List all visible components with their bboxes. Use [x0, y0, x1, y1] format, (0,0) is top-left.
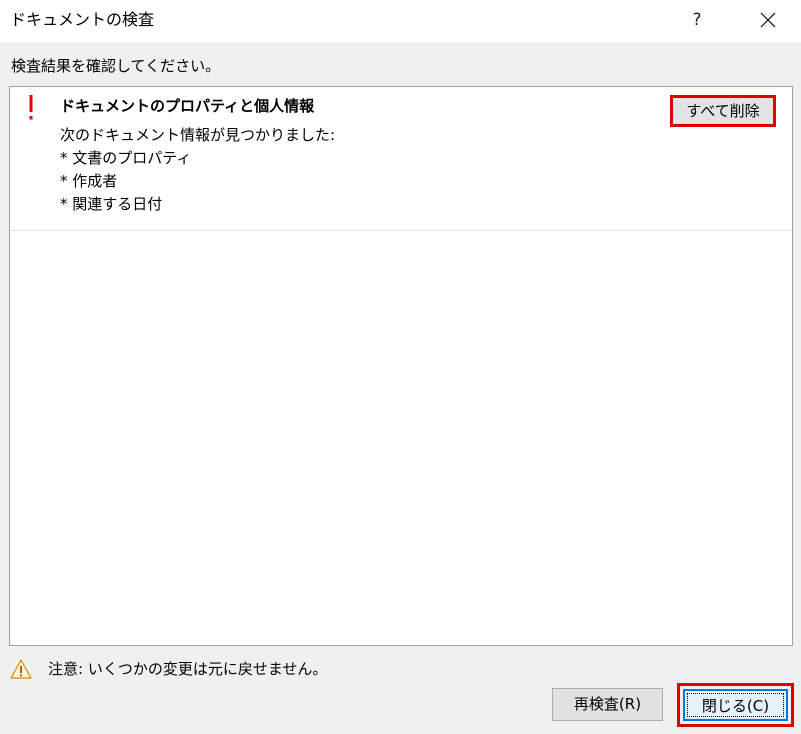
dialog-title: ドキュメントの検査 — [10, 10, 155, 29]
reinspect-button[interactable]: 再検査(R) — [552, 688, 663, 721]
warning-triangle-icon — [10, 659, 32, 679]
title-bar: ドキュメントの検査 ? — [0, 0, 801, 42]
instruction-text: 検査結果を確認してください。 — [11, 57, 221, 75]
close-button[interactable]: 閉じる(C) — [677, 683, 794, 727]
result-item-properties: ドキュメントのプロパティと個人情報 次のドキュメント情報が見つかりました: * … — [10, 87, 792, 231]
close-icon — [760, 12, 776, 28]
help-button[interactable]: ? — [682, 5, 712, 35]
result-description-line: 次のドキュメント情報が見つかりました: — [60, 126, 336, 144]
result-description: 次のドキュメント情報が見つかりました: * 文書のプロパティ * 作成者 * 関… — [60, 124, 335, 216]
result-description-line: * 文書のプロパティ — [60, 149, 192, 167]
result-description-line: * 作成者 — [60, 172, 118, 190]
close-window-button[interactable] — [750, 5, 786, 35]
results-panel: ドキュメントのプロパティと個人情報 次のドキュメント情報が見つかりました: * … — [9, 86, 793, 646]
result-title: ドキュメントのプロパティと個人情報 — [60, 97, 315, 115]
warning-text: 注意: いくつかの変更は元に戻せません。 — [48, 660, 328, 678]
result-description-line: * 関連する日付 — [60, 195, 163, 213]
exclamation-icon — [29, 95, 33, 120]
remove-all-button[interactable]: すべて削除 — [670, 95, 776, 127]
close-button-label: 閉じる(C) — [701, 697, 770, 715]
close-button-focus: 閉じる(C) — [683, 689, 788, 721]
